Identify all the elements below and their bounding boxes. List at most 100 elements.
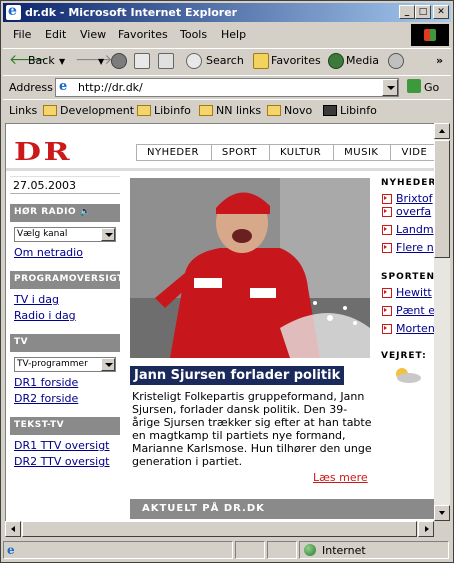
menu-file[interactable]: File xyxy=(13,28,31,41)
horizontal-scrollbar[interactable] xyxy=(5,521,434,537)
history-icon[interactable] xyxy=(388,53,404,69)
nav-musik[interactable]: MUSIK xyxy=(334,145,392,160)
aktuelt-heading: AKTUELT PÅ DR.DK xyxy=(130,499,435,519)
menu-favorites[interactable]: Favorites xyxy=(118,28,168,41)
nav-sport[interactable]: SPORT xyxy=(212,145,270,160)
radio-i-dag-link[interactable]: Radio i dag xyxy=(10,308,120,324)
article-headline[interactable]: Jann Sjursen forlader politik xyxy=(130,366,345,385)
nav-vide[interactable]: VIDE xyxy=(391,145,435,160)
scroll-corner xyxy=(434,521,450,537)
select-dropdown-icon[interactable] xyxy=(101,358,115,371)
dr1-forside-link[interactable]: DR1 forside xyxy=(10,375,120,391)
nyheder-item[interactable]: Landm xyxy=(378,223,435,236)
nyheder-item-cont[interactable]: overfa xyxy=(378,205,435,218)
favorites-button[interactable]: Favorites xyxy=(271,54,321,67)
menu-view[interactable]: View xyxy=(80,28,106,41)
nyheder-item[interactable]: Flere n xyxy=(378,241,435,254)
link-libinfo[interactable]: Libinfo xyxy=(137,104,191,117)
link-label: Development xyxy=(60,104,135,117)
link-nn-links[interactable]: NN links xyxy=(199,104,261,117)
tekst-tv-heading: TEKST-TV xyxy=(10,417,120,435)
links-label: Links xyxy=(9,104,38,117)
dr2-ttv-link[interactable]: DR2 TTV oversigt xyxy=(10,454,120,470)
media-button[interactable]: Media xyxy=(346,54,379,67)
tv-programmer-select[interactable]: TV-programmer xyxy=(14,357,116,372)
select-value: Vælg kanal xyxy=(17,229,68,239)
window-title: dr.dk - Microsoft Internet Explorer xyxy=(25,6,238,19)
link-development[interactable]: Development xyxy=(43,104,134,117)
up-arrow-icon xyxy=(439,129,445,133)
close-button[interactable]: ✕ xyxy=(433,5,449,19)
stop-icon[interactable] xyxy=(111,53,127,69)
address-input[interactable]: e http://dr.dk/ xyxy=(55,78,399,97)
om-netradio-link[interactable]: Om netradio xyxy=(10,245,120,261)
back-dropdown-icon[interactable]: ▼ xyxy=(59,57,65,66)
scroll-down-button[interactable] xyxy=(434,505,450,521)
dr-logo[interactable]: DR xyxy=(14,140,72,164)
sporten-heading: SPORTEN xyxy=(381,272,435,282)
article-body: Kristeligt Folkepartis gruppeformand, Ja… xyxy=(132,390,372,468)
item-text: overfa xyxy=(396,205,432,218)
minimize-button[interactable]: _ xyxy=(399,5,415,19)
speaker-icon: 🔈 xyxy=(79,207,92,217)
media-icon[interactable] xyxy=(328,53,344,69)
horizontal-scroll-thumb[interactable] xyxy=(22,521,417,537)
maximize-button[interactable]: □ xyxy=(415,5,431,19)
home-icon[interactable] xyxy=(158,53,174,69)
select-dropdown-icon[interactable] xyxy=(101,228,115,241)
tv-i-dag-link[interactable]: TV i dag xyxy=(10,292,120,308)
favorites-icon[interactable] xyxy=(253,53,269,69)
scroll-up-button[interactable] xyxy=(434,123,450,139)
search-button[interactable]: Search xyxy=(206,54,244,67)
link-label: Libinfo xyxy=(154,104,191,117)
programoversigt-heading: PROGRAMOVERSIGT xyxy=(10,271,123,289)
right-arrow-icon xyxy=(425,526,429,532)
back-button[interactable]: Back xyxy=(28,54,55,67)
dr1-ttv-link[interactable]: DR1 TTV oversigt xyxy=(10,438,120,454)
link-label: Libinfo xyxy=(340,104,377,117)
scroll-left-button[interactable] xyxy=(5,521,21,537)
nyheder-heading: NYHEDER xyxy=(381,178,435,188)
sporten-item[interactable]: Morten xyxy=(378,322,435,335)
sporten-item[interactable]: Pænt e xyxy=(378,304,435,317)
nav-kultur[interactable]: KULTUR xyxy=(270,145,335,160)
go-button[interactable]: Go xyxy=(424,81,439,94)
left-arrow-icon xyxy=(11,526,15,532)
radio-channel-select[interactable]: Vælg kanal xyxy=(14,227,116,242)
folder-icon xyxy=(267,105,281,116)
refresh-icon[interactable] xyxy=(134,53,150,69)
hor-radio-heading: HØR RADIO 🔈 xyxy=(10,204,120,222)
date: 27.05.2003 xyxy=(10,176,120,194)
address-url[interactable]: http://dr.dk/ xyxy=(78,81,143,94)
forward-dropdown-icon[interactable]: ▼ xyxy=(98,57,104,66)
go-arrow-icon[interactable] xyxy=(407,79,421,93)
search-icon[interactable] xyxy=(186,53,202,69)
address-label: Address xyxy=(9,81,53,94)
address-bar: Address e http://dr.dk/ Go xyxy=(3,75,451,99)
security-zone-pane: Internet xyxy=(299,541,449,559)
nav-nyheder[interactable]: NYHEDER xyxy=(137,145,212,160)
news-photo[interactable] xyxy=(130,178,370,358)
menu-edit[interactable]: Edit xyxy=(45,28,66,41)
driver-celebration-image xyxy=(130,178,370,358)
app-icon xyxy=(323,105,337,116)
internet-zone-icon xyxy=(304,544,316,556)
read-more-link[interactable]: Læs mere xyxy=(313,471,368,484)
vertical-scroll-thumb[interactable] xyxy=(434,140,450,258)
address-dropdown-icon[interactable] xyxy=(382,79,398,96)
sporten-item[interactable]: Hewitt xyxy=(378,286,435,299)
forward-arrow-icon[interactable]: 🡒 xyxy=(75,51,113,68)
status-main-pane: e xyxy=(3,541,233,559)
dr2-forside-link[interactable]: DR2 forside xyxy=(10,391,120,407)
link-novo[interactable]: Novo xyxy=(267,104,312,117)
link-libinfo-2[interactable]: Libinfo xyxy=(323,104,377,117)
menu-help[interactable]: Help xyxy=(221,28,246,41)
toolbar-overflow-icon[interactable]: » xyxy=(436,54,443,67)
right-column: NYHEDER Brixtof overfa Landm Flere n SPO… xyxy=(378,178,435,388)
standard-toolbar: 🡐 Back ▼ 🡒 ▼ Search Favorites Media » xyxy=(3,48,451,74)
nyheder-item[interactable]: Brixtof xyxy=(378,192,435,205)
menu-tools[interactable]: Tools xyxy=(180,28,207,41)
scroll-right-button[interactable] xyxy=(418,521,434,537)
tv-heading: TV xyxy=(10,334,120,352)
vertical-scrollbar[interactable] xyxy=(434,123,450,521)
